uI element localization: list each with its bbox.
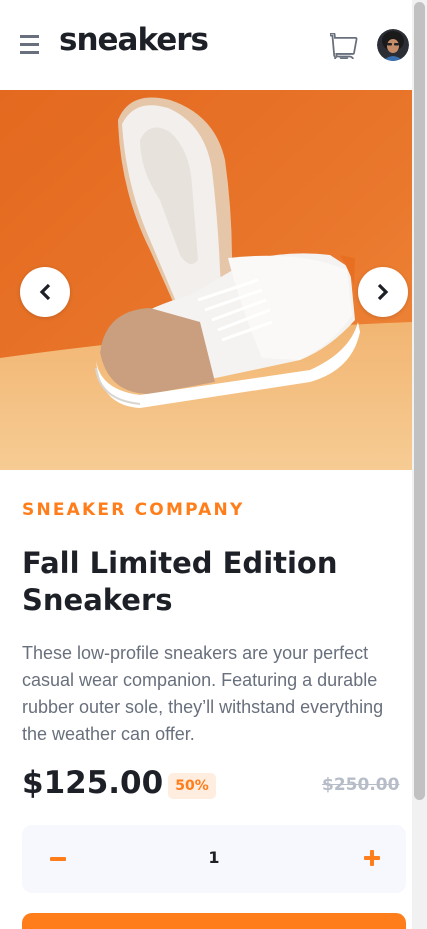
scrollbar-thumb[interactable] [414,2,425,800]
previous-image-button[interactable] [20,267,70,317]
next-image-button[interactable] [358,267,408,317]
plus-icon[interactable] [358,845,386,873]
product-description: These low-profile sneakers are your perf… [22,643,384,744]
chevron-left-icon [39,283,51,301]
top-nav: sneakers [0,0,412,90]
logo[interactable]: sneakers [59,22,209,58]
company-name: SNEAKER COMPANY [22,500,245,520]
hamburger-menu-icon[interactable] [20,35,39,54]
user-avatar[interactable] [377,29,409,61]
original-price: $250.00 [322,775,400,795]
discount-badge: 50% [168,773,216,799]
add-to-cart-button[interactable] [22,913,406,929]
current-price: $125.00 [22,765,164,801]
quantity-value: 1 [208,848,220,867]
product-image [0,90,412,470]
product-title: Fall Limited Edition Sneakers [22,546,338,617]
quantity-stepper: 1 [22,825,406,893]
cart-icon[interactable] [329,32,358,64]
scrollbar[interactable] [412,0,427,929]
chevron-right-icon [377,283,389,301]
minus-icon[interactable] [46,845,70,873]
